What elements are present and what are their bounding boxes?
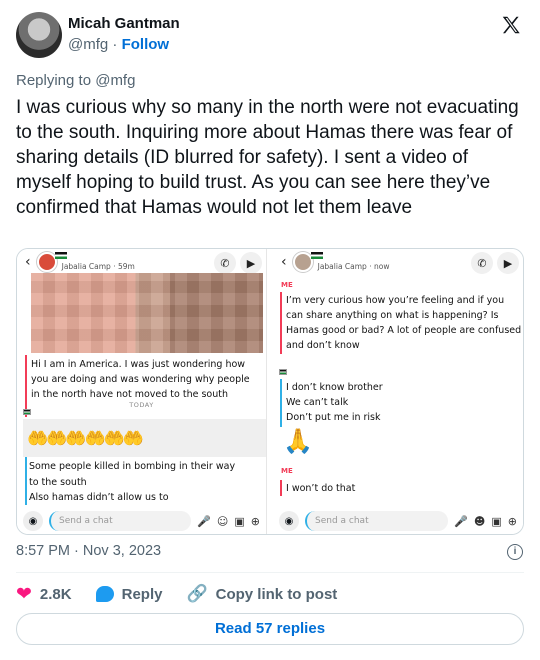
- contact-avatar: [36, 252, 57, 272]
- link-icon: 🔗: [186, 584, 208, 603]
- me-bar: [280, 292, 282, 354]
- sticker-icon: ▣: [491, 514, 502, 528]
- back-arrow-icon: ‹: [25, 254, 31, 270]
- author-handle[interactable]: @mfg: [68, 36, 108, 53]
- smiley-icon: ☺: [216, 514, 229, 528]
- raised-hands-emoji: 🤲🤲🤲🤲🤲🤲: [27, 429, 144, 449]
- praying-hands-emoji: 🙏: [283, 427, 313, 455]
- reply-line: We can’t talk: [286, 397, 349, 408]
- contact-name: Jabalia Camp · now: [317, 261, 390, 271]
- follow-button[interactable]: Follow: [122, 36, 170, 53]
- chat-input: Send a chat: [49, 511, 192, 531]
- chat-footer: ◉ Send a chat 🎤 ☺ ▣ ⊕: [17, 508, 266, 534]
- author-handle-line: @mfg · Follow: [68, 36, 169, 53]
- info-icon[interactable]: i: [507, 544, 523, 560]
- copy-link-label: Copy link to post: [215, 585, 338, 603]
- day-label: TODAY: [129, 401, 154, 409]
- read-replies-button[interactable]: Read 57 replies: [16, 613, 524, 645]
- like-button[interactable]: ❤ 2.8K: [16, 583, 72, 606]
- palestine-flag-icon: [55, 252, 67, 259]
- author-name[interactable]: Micah Gantman: [68, 15, 180, 32]
- video-call-icon: ▶: [240, 252, 262, 274]
- handle-separator: ·: [112, 36, 118, 53]
- chat-input: Send a chat: [305, 511, 449, 531]
- camera-icon: ◉: [279, 511, 299, 531]
- tweet-timestamp[interactable]: 8:57 PM · Nov 3, 2023: [16, 543, 161, 559]
- tweet-media[interactable]: ‹ Jabalia Camp · 59m ✆ ▶ Hi I am in Amer…: [16, 248, 524, 535]
- blurred-video: [31, 273, 263, 353]
- copy-link-button[interactable]: 🔗 Copy link to post: [186, 584, 337, 604]
- microphone-icon: 🎤: [454, 514, 468, 528]
- reply-line: to the south: [29, 477, 87, 488]
- tweet-text: I was curious why so many in the north w…: [16, 97, 519, 218]
- author-avatar[interactable]: [16, 12, 62, 58]
- message-me: I won’t do that: [286, 483, 356, 494]
- palestine-flag-icon: [311, 252, 323, 259]
- palestine-flag-small-icon: [279, 369, 287, 375]
- phone-call-icon: ✆: [471, 252, 493, 274]
- reply-line: Also hamas didn’t allow us to: [29, 492, 169, 503]
- heart-icon: ❤: [16, 583, 32, 605]
- phone-call-icon: ✆: [214, 252, 236, 274]
- sticker-icon: ▣: [234, 514, 245, 528]
- x-logo-icon[interactable]: [500, 14, 522, 36]
- reply-line: Some people killed in bombing in their w…: [29, 461, 236, 472]
- reply-line: Don’t put me in risk: [286, 412, 381, 423]
- reply-line: I don’t know brother: [286, 382, 383, 393]
- reply-label: Reply: [121, 585, 163, 603]
- reply-bar: [25, 457, 27, 505]
- video-call-icon: ▶: [497, 252, 519, 274]
- chat-screenshot-right: ‹ Jabalia Camp · now ✆ ▶ ME I’m very cur…: [273, 249, 523, 534]
- reply-bar: [280, 379, 282, 427]
- reply-button[interactable]: Reply: [95, 585, 163, 603]
- replying-to: Replying to @mfg: [16, 72, 136, 89]
- chat-screenshot-left: ‹ Jabalia Camp · 59m ✆ ▶ Hi I am in Amer…: [17, 249, 267, 534]
- me-label: ME: [281, 281, 293, 289]
- divider: [16, 572, 524, 573]
- plus-icon: ⊕: [250, 514, 260, 528]
- palestine-flag-small-icon: [23, 409, 31, 415]
- contact-avatar: [292, 252, 313, 272]
- action-bar: ❤ 2.8K Reply 🔗 Copy link to post: [16, 583, 361, 605]
- back-arrow-icon: ‹: [281, 254, 287, 270]
- plus-icon: ⊕: [507, 514, 517, 528]
- bitmoji-icon: ☻: [473, 514, 486, 528]
- microphone-icon: 🎤: [197, 514, 211, 528]
- camera-icon: ◉: [23, 511, 43, 531]
- me-label: ME: [281, 467, 293, 475]
- me-bar: [280, 480, 282, 496]
- message-me: I’m very curious how you’re feeling and …: [286, 295, 522, 351]
- contact-name: Jabalia Camp · 59m: [61, 261, 135, 271]
- like-count: 2.8K: [39, 585, 72, 603]
- message-me: Hi I am in America. I was just wondering…: [31, 359, 250, 400]
- chat-footer: ◉ Send a chat 🎤 ☻ ▣ ⊕: [273, 508, 523, 534]
- reply-bubble-icon: [95, 586, 114, 602]
